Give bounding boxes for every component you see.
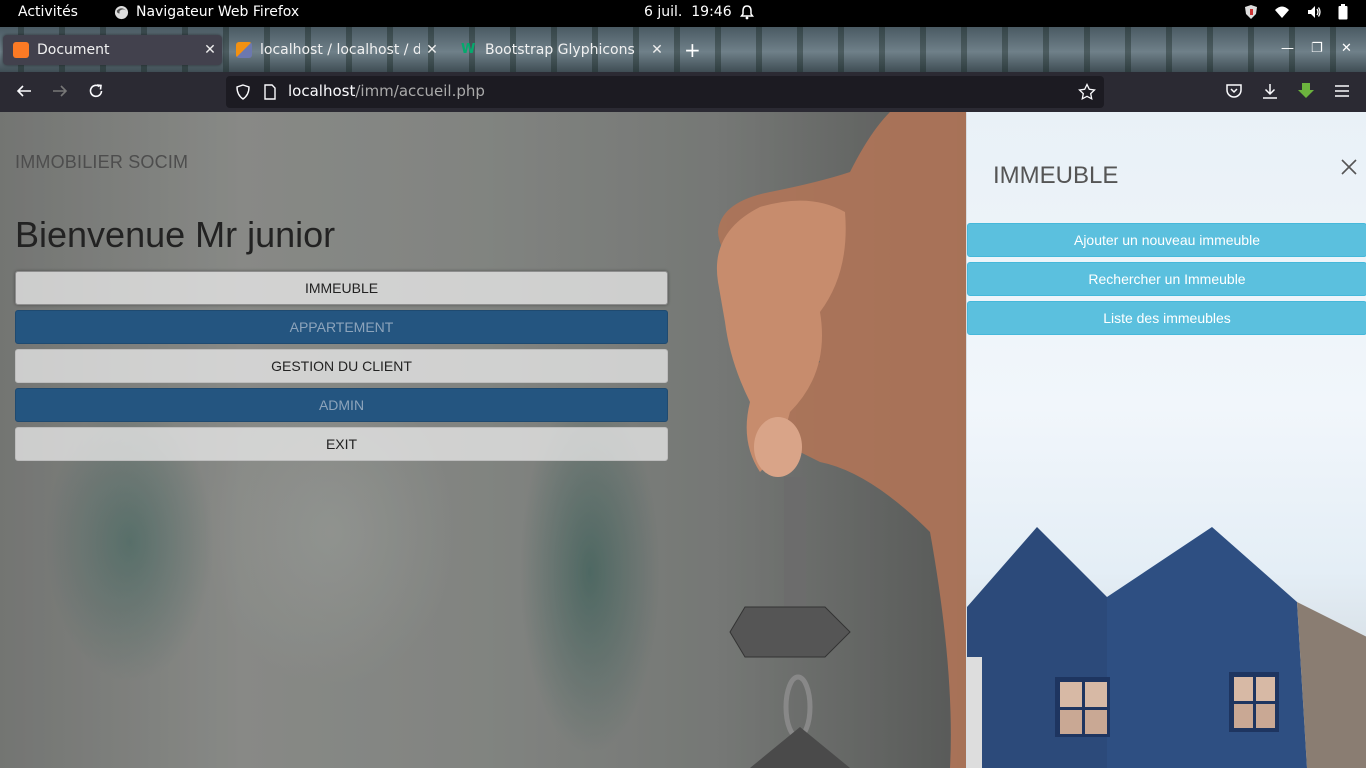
extension-download-icon[interactable]: [1297, 82, 1315, 100]
house-models-image: [967, 527, 1366, 768]
search-immeuble-button[interactable]: Rechercher un Immeuble: [967, 262, 1366, 296]
maximize-icon[interactable]: ❐: [1311, 41, 1323, 56]
admin-button[interactable]: ADMIN: [15, 388, 668, 422]
immeuble-side-panel: IMMEUBLE Ajouter un nouveau immeuble Rec…: [966, 112, 1366, 768]
pocket-icon[interactable]: [1225, 82, 1243, 100]
tab-title: Bootstrap Glyphicons: [485, 42, 635, 58]
add-immeuble-button[interactable]: Ajouter un nouveau immeuble: [967, 223, 1366, 257]
wifi-icon: [1275, 6, 1289, 18]
browser-tab-bar: Document ✕ localhost / localhost / db ✕ …: [0, 27, 1366, 72]
app-name: Navigateur Web Firefox: [136, 4, 300, 20]
bookmark-star-icon[interactable]: [1078, 83, 1096, 101]
date-label: 6 juil.: [644, 4, 683, 20]
clock[interactable]: 6 juil. 19:46: [644, 4, 732, 20]
close-tab-icon[interactable]: ✕: [198, 42, 222, 58]
new-tab-icon[interactable]: +: [684, 40, 701, 60]
w3schools-favicon-icon: W: [461, 42, 476, 57]
tab-title: Document: [37, 42, 110, 58]
time-label: 19:46: [691, 4, 732, 20]
downloads-icon[interactable]: [1261, 82, 1279, 100]
window-close-icon[interactable]: ✕: [1341, 41, 1352, 56]
tab-phpmyadmin[interactable]: localhost / localhost / db ✕: [226, 35, 444, 65]
page-viewport: IMMOBILIER SOCIM Bienvenue Mr junior IMM…: [0, 112, 1366, 768]
xampp-favicon-icon: [13, 42, 29, 58]
tab-document[interactable]: Document ✕: [3, 35, 222, 65]
forward-arrow-icon[interactable]: [51, 82, 69, 100]
tab-title: localhost / localhost / db: [260, 42, 420, 58]
panel-actions: Ajouter un nouveau immeuble Rechercher u…: [967, 223, 1366, 340]
site-brand: IMMOBILIER SOCIM: [15, 152, 189, 172]
reload-icon[interactable]: [87, 82, 105, 100]
close-panel-icon[interactable]: [1340, 158, 1358, 176]
minimize-icon[interactable]: —: [1281, 41, 1294, 56]
phpmyadmin-favicon-icon: [236, 42, 252, 58]
battery-icon: [1338, 4, 1348, 20]
main-menu: IMMEUBLE APPARTEMENT GESTION DU CLIENT A…: [15, 271, 668, 466]
tab-bootstrap-glyphicons[interactable]: W Bootstrap Glyphicons ✕: [451, 35, 669, 65]
immeuble-button[interactable]: IMMEUBLE: [15, 271, 668, 305]
gestion-client-button[interactable]: GESTION DU CLIENT: [15, 349, 668, 383]
url-path: /imm/accueil.php: [355, 82, 485, 100]
volume-icon: [1308, 6, 1321, 18]
url-text: localhost/imm/accueil.php: [288, 82, 485, 100]
firefox-icon: [114, 5, 129, 19]
system-tray[interactable]: [1244, 4, 1348, 20]
list-immeubles-button[interactable]: Liste des immeubles: [967, 301, 1366, 335]
browser-nav-bar: localhost/imm/accueil.php: [0, 72, 1366, 112]
activities-button[interactable]: Activités: [18, 4, 78, 20]
app-menu[interactable]: Navigateur Web Firefox: [114, 4, 299, 20]
page-info-icon[interactable]: [263, 84, 277, 100]
notification-bell-icon: [739, 4, 755, 20]
close-tab-icon[interactable]: ✕: [645, 42, 669, 58]
system-top-bar: Activités Navigateur Web Firefox 6 juil.…: [0, 0, 1366, 27]
back-arrow-icon[interactable]: [15, 82, 33, 100]
hamburger-menu-icon[interactable]: [1334, 82, 1350, 100]
panel-title: IMMEUBLE: [993, 162, 1119, 189]
hand-holding-key-image: [716, 112, 966, 768]
welcome-heading: Bienvenue Mr junior: [15, 214, 336, 255]
address-bar[interactable]: localhost/imm/accueil.php: [226, 76, 1104, 108]
close-tab-icon[interactable]: ✕: [420, 42, 444, 58]
shield-badge-icon: [1245, 5, 1257, 19]
tracking-protection-shield-icon[interactable]: [235, 84, 251, 100]
appartement-button[interactable]: APPARTEMENT: [15, 310, 668, 344]
url-host: localhost: [288, 82, 356, 100]
exit-button[interactable]: EXIT: [15, 427, 668, 461]
